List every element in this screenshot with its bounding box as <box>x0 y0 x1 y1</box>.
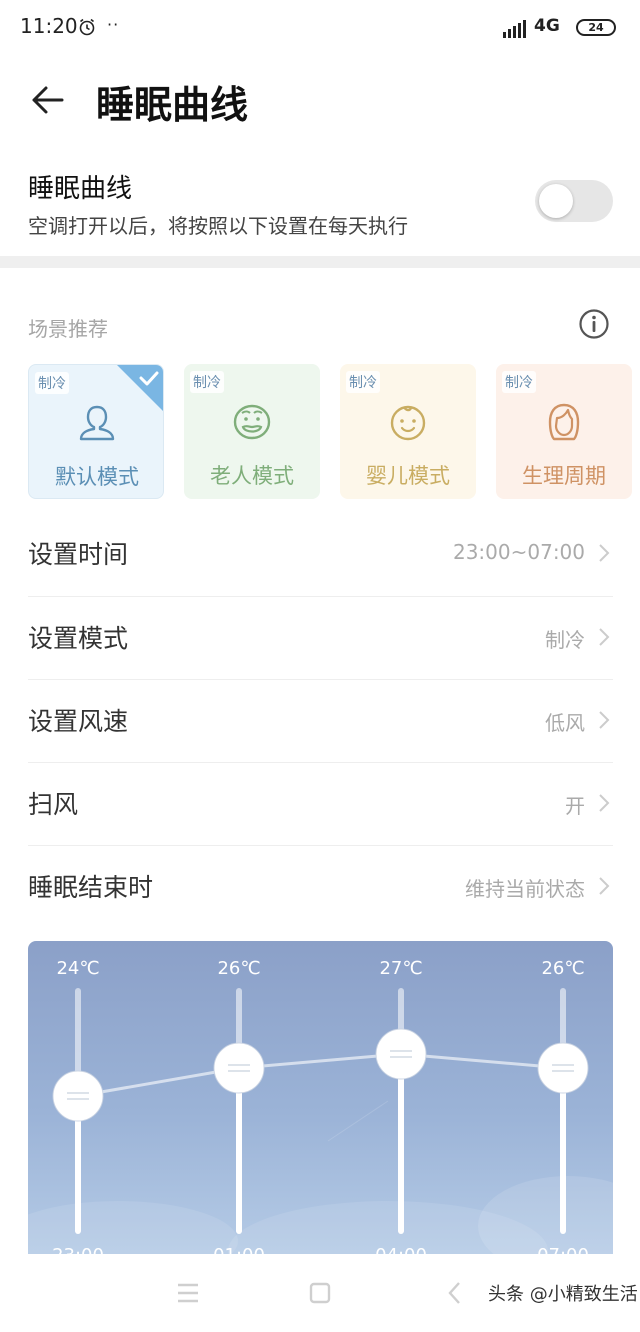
setting-value: 低风 <box>545 711 585 735</box>
scene-card-baby[interactable]: 制冷 婴儿模式 <box>340 364 476 499</box>
battery-indicator: 24 <box>576 19 616 36</box>
nav-back-icon[interactable] <box>447 1281 461 1305</box>
setting-label: 设置模式 <box>28 624 129 653</box>
scene-label-period: 生理周期 <box>522 464 606 488</box>
person-icon <box>79 405 115 441</box>
baby-face-icon <box>390 405 426 441</box>
temperature-label: 24℃ <box>56 958 99 979</box>
elder-face-icon <box>233 404 271 440</box>
setting-value: 制冷 <box>545 628 585 652</box>
sleep-curve-description: 空调打开以后，将按照以下设置在每天执行 <box>28 214 408 238</box>
temperature-slider-handle[interactable] <box>213 1042 265 1094</box>
navigation-bar: 头条 @小精致生活 <box>0 1254 640 1332</box>
setting-label: 设置风速 <box>28 707 129 736</box>
scene-card-default[interactable]: 制冷 默认模式 <box>28 364 164 499</box>
setting-value: 23:00~07:00 <box>452 540 585 564</box>
sleep-curve-label: 睡眠曲线 <box>28 174 133 204</box>
temperature-label: 27℃ <box>379 958 422 979</box>
setting-label: 设置时间 <box>28 540 129 569</box>
info-icon[interactable] <box>578 308 610 340</box>
watermark: 头条 @小精致生活 <box>488 1284 638 1305</box>
temperature-slider-handle[interactable] <box>537 1042 589 1094</box>
sleep-curve-toggle[interactable] <box>535 180 613 222</box>
setting-value: 开 <box>565 794 585 818</box>
time-label: 04:00 <box>375 1245 427 1254</box>
scene-tag: 制冷 <box>502 371 536 393</box>
scene-label-default: 默认模式 <box>55 465 139 489</box>
sleep-curve-svg: 24℃ 23:00 26℃ 01:00 27℃ 04:00 26℃ 07:00 <box>28 958 613 1254</box>
chevron-right-icon <box>599 628 610 646</box>
setting-row-sleep-end[interactable]: 睡眠结束时 维持当前状态 <box>28 846 613 929</box>
curve-line <box>77 1052 564 1098</box>
setting-row-fan-speed[interactable]: 设置风速 低风 <box>28 680 613 763</box>
page-title: 睡眠曲线 <box>96 83 249 127</box>
selected-check-icon <box>117 365 163 411</box>
back-arrow-icon[interactable] <box>28 80 68 120</box>
chart-background-decor <box>28 1100 613 1254</box>
home-icon[interactable] <box>309 1282 331 1304</box>
setting-label: 睡眠结束时 <box>28 873 154 902</box>
menu-icon[interactable] <box>176 1282 200 1304</box>
section-divider <box>0 256 640 268</box>
scene-tag: 制冷 <box>35 372 69 394</box>
setting-label: 扫风 <box>28 790 79 819</box>
time-label: 07:00 <box>537 1245 589 1254</box>
setting-value: 维持当前状态 <box>465 877 585 901</box>
setting-row-time[interactable]: 设置时间 23:00~07:00 <box>28 513 613 596</box>
chevron-right-icon <box>599 877 610 895</box>
network-label: 4G <box>534 16 560 36</box>
sleep-curve-chart: 24℃ 23:00 26℃ 01:00 27℃ 04:00 26℃ 07:00 <box>28 941 613 1254</box>
scenes-title: 场景推荐 <box>28 317 108 341</box>
alarm-icon <box>79 18 95 36</box>
scene-label-elder: 老人模式 <box>210 464 294 488</box>
status-bar: 11:20 ·· 4G 24 <box>0 0 640 56</box>
time-label: 01:00 <box>213 1245 265 1254</box>
status-time: 11:20 <box>20 14 78 38</box>
chevron-right-icon <box>599 544 610 562</box>
woman-icon <box>548 403 580 441</box>
chevron-right-icon <box>599 794 610 812</box>
temperature-label: 26℃ <box>541 958 584 979</box>
toggle-knob <box>539 184 573 218</box>
setting-row-mode[interactable]: 设置模式 制冷 <box>28 597 613 680</box>
scene-card-elder[interactable]: 制冷 老人模式 <box>184 364 320 499</box>
scene-card-period[interactable]: 制冷 生理周期 <box>496 364 632 499</box>
scene-label-baby: 婴儿模式 <box>366 464 450 488</box>
scene-tag: 制冷 <box>190 371 224 393</box>
time-label: 23:00 <box>52 1245 104 1254</box>
signal-icon <box>503 20 526 38</box>
temperature-label: 26℃ <box>217 958 260 979</box>
scene-tag: 制冷 <box>346 371 380 393</box>
setting-row-swing[interactable]: 扫风 开 <box>28 763 613 846</box>
temperature-slider-handle[interactable] <box>52 1070 104 1122</box>
notification-dots-icon: ·· <box>107 15 120 34</box>
temperature-slider-handle[interactable] <box>375 1028 427 1080</box>
chevron-right-icon <box>599 711 610 729</box>
